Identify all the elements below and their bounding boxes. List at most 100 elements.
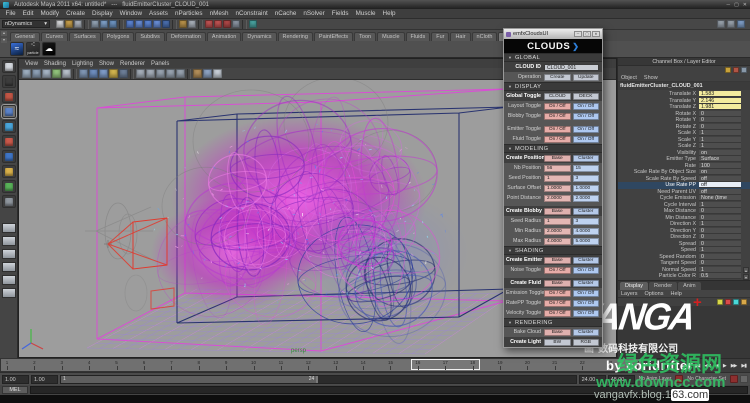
play-backwards-button[interactable]: ◀ bbox=[713, 363, 720, 369]
menu-modify[interactable]: Modify bbox=[37, 10, 63, 17]
anim-end-field[interactable]: 48.00 bbox=[608, 375, 635, 384]
shelf-tab-curves[interactable]: Curves bbox=[41, 32, 68, 41]
auto-keyframe-icon[interactable] bbox=[730, 375, 738, 383]
emitter-toggle-base[interactable]: On / Off bbox=[544, 126, 571, 133]
select-hierarchy-icon[interactable] bbox=[91, 20, 99, 28]
go-to-end-button[interactable]: ▶▮ bbox=[739, 363, 748, 369]
lock-camera-icon[interactable] bbox=[32, 69, 41, 78]
film-gate-icon[interactable] bbox=[146, 69, 155, 78]
persp-poly-layout-button[interactable] bbox=[2, 288, 16, 298]
persp-outliner-layout-button[interactable] bbox=[2, 249, 16, 259]
create-emitter-base[interactable]: Base bbox=[544, 257, 571, 264]
menu-ncache[interactable]: nCache bbox=[271, 10, 300, 17]
menu-nsolver[interactable]: nSolver bbox=[300, 10, 328, 17]
channel-row-direction-z[interactable]: Direction Z0 bbox=[618, 234, 750, 241]
bake-cloud-cluster[interactable]: Cluster bbox=[573, 329, 600, 336]
channel-row-use-rate-pp[interactable]: Use Rate PPoff bbox=[618, 182, 750, 189]
channel-row-spread[interactable]: Spread0 bbox=[618, 241, 750, 248]
shelf-item-fluid-emitter[interactable]: ≈ bbox=[10, 42, 24, 56]
render-current-frame-icon[interactable] bbox=[214, 20, 222, 28]
field-chart-icon[interactable] bbox=[156, 69, 165, 78]
anim-layer-mode-icon[interactable] bbox=[741, 299, 747, 305]
operation-cluster[interactable]: Update bbox=[573, 74, 600, 81]
minimize-button[interactable]: ─ bbox=[727, 2, 731, 8]
shelf-tab-general[interactable]: General bbox=[10, 32, 40, 41]
point-distance-cluster[interactable]: 2.0000 bbox=[573, 195, 600, 202]
window-titlebar[interactable]: Autodesk Maya 2011 x64: untitled* --- fl… bbox=[0, 0, 750, 9]
channel-value-translate-y[interactable]: 2.146 bbox=[699, 98, 741, 104]
channel-value-tangent-speed[interactable]: 0 bbox=[699, 260, 741, 266]
channel-value-translate-z[interactable]: 1.981 bbox=[699, 104, 741, 110]
channel-value-max-distance[interactable]: 0 bbox=[699, 208, 741, 214]
exposure-icon[interactable] bbox=[213, 69, 222, 78]
scroll-up-icon[interactable]: ▲ bbox=[743, 267, 749, 273]
resolution-gate-icon[interactable] bbox=[136, 69, 145, 78]
menu-create[interactable]: Create bbox=[63, 10, 89, 17]
playback-options-icon[interactable] bbox=[740, 375, 748, 383]
channel-value-translate-x[interactable]: 1.583 bbox=[699, 91, 741, 97]
command-line-language-button[interactable]: MEL bbox=[2, 386, 28, 394]
channel-value-cycle-interval[interactable]: 1 bbox=[699, 202, 741, 208]
min-radius-cluster[interactable]: 4.0000 bbox=[573, 228, 600, 235]
channel-manipulator-icon[interactable] bbox=[725, 67, 731, 73]
select-camera-icon[interactable] bbox=[22, 69, 31, 78]
channel-row-cycle-interval[interactable]: Cycle Interval1 bbox=[618, 202, 750, 209]
channel-row-speed-random[interactable]: Speed Random0 bbox=[618, 254, 750, 261]
menu-assets[interactable]: Assets bbox=[146, 10, 172, 17]
attribute-editor-toggle-icon[interactable] bbox=[717, 20, 725, 28]
range-slider-handle[interactable]: 1 24 bbox=[61, 376, 318, 383]
channel-row-translate-y[interactable]: Translate Y2.146 bbox=[618, 98, 750, 105]
channel-row-need-parent-uv[interactable]: Need Parent UVoff bbox=[618, 189, 750, 196]
anim-layer-label[interactable]: No Anim Layer bbox=[637, 376, 674, 382]
create-light-cluster[interactable]: RGB bbox=[573, 339, 600, 346]
create-light-base[interactable]: BW bbox=[544, 339, 571, 346]
channel-value-rotate-x[interactable]: 0 bbox=[699, 111, 741, 117]
hypershade-layout-button[interactable] bbox=[2, 275, 16, 285]
clouds-tool-window[interactable]: emfxCloudsUI ─▢✕ CLOUDS ❯ ▼GLOBALCLOUD I… bbox=[503, 28, 603, 348]
open-render-view-icon[interactable] bbox=[205, 20, 213, 28]
cloud-id-field[interactable]: CLOUD_001 bbox=[544, 64, 599, 71]
viewport-menu-show[interactable]: Show bbox=[96, 61, 117, 67]
snap-view-plane-icon[interactable] bbox=[153, 20, 161, 28]
single-pane-layout-button[interactable] bbox=[2, 223, 16, 233]
channel-value-rotate-y[interactable]: 0 bbox=[699, 117, 741, 123]
channel-row-visibility[interactable]: Visibilityon bbox=[618, 150, 750, 157]
shelf-item-particle[interactable]: ⁖particle bbox=[26, 42, 40, 56]
channel-value-scale-z[interactable]: 1 bbox=[699, 143, 741, 149]
emitter-toggle-cluster[interactable]: On / Off bbox=[573, 126, 600, 133]
create-blobby-base[interactable]: Base bbox=[544, 208, 571, 215]
seed-position-base[interactable]: 1 bbox=[544, 175, 571, 182]
channel-value-emitter-type[interactable]: Surface bbox=[699, 156, 741, 162]
layout-toggle-cluster[interactable]: On / Off bbox=[573, 103, 600, 110]
operation-base[interactable]: Create bbox=[544, 74, 571, 81]
menu-fields[interactable]: Fields bbox=[328, 10, 352, 17]
channel-row-tangent-speed[interactable]: Tangent Speed0 bbox=[618, 260, 750, 267]
shelf-tab-dynamics[interactable]: Dynamics bbox=[242, 32, 276, 41]
create-fluid-base[interactable]: Base bbox=[544, 280, 571, 287]
save-scene-icon[interactable] bbox=[74, 20, 82, 28]
menu-nmesh[interactable]: nMesh bbox=[206, 10, 232, 17]
noise-toggle-cluster[interactable]: On / Off bbox=[573, 267, 600, 274]
create-fluid-cluster[interactable]: Cluster bbox=[573, 280, 600, 287]
channel-row-min-distance[interactable]: Min Distance0 bbox=[618, 215, 750, 222]
viewport-menu-view[interactable]: View bbox=[22, 61, 41, 67]
velocity-toggle-base[interactable]: On / Off bbox=[544, 310, 571, 317]
viewport-menu-renderer[interactable]: Renderer bbox=[117, 61, 148, 67]
viewport-menu-shading[interactable]: Shading bbox=[41, 61, 69, 67]
set-key-icon[interactable] bbox=[675, 375, 683, 383]
layer-menu-options[interactable]: Options bbox=[645, 291, 664, 297]
channel-value-use-rate-pp[interactable]: off bbox=[699, 182, 741, 188]
clouds-window-minimize-button[interactable]: ─ bbox=[574, 31, 582, 37]
layout-toggle-base[interactable]: On / Off bbox=[544, 103, 571, 110]
paint-select-tool-icon[interactable] bbox=[2, 90, 16, 103]
nb-position-cluster[interactable]: 15 bbox=[573, 165, 600, 172]
create-position-cluster[interactable]: Cluster bbox=[573, 155, 600, 162]
safe-title-icon[interactable] bbox=[176, 69, 185, 78]
fluid-toggle-cluster[interactable]: On / Off bbox=[573, 136, 600, 143]
four-pane-layout-button[interactable] bbox=[2, 236, 16, 246]
nb-position-base[interactable]: 56 bbox=[544, 165, 571, 172]
lighting-icon[interactable] bbox=[109, 69, 118, 78]
channel-row-particle-color-r[interactable]: Particle Color R0.5 bbox=[618, 273, 750, 280]
isolate-select-icon[interactable] bbox=[193, 69, 202, 78]
min-radius-base[interactable]: 2.0000 bbox=[544, 228, 571, 235]
